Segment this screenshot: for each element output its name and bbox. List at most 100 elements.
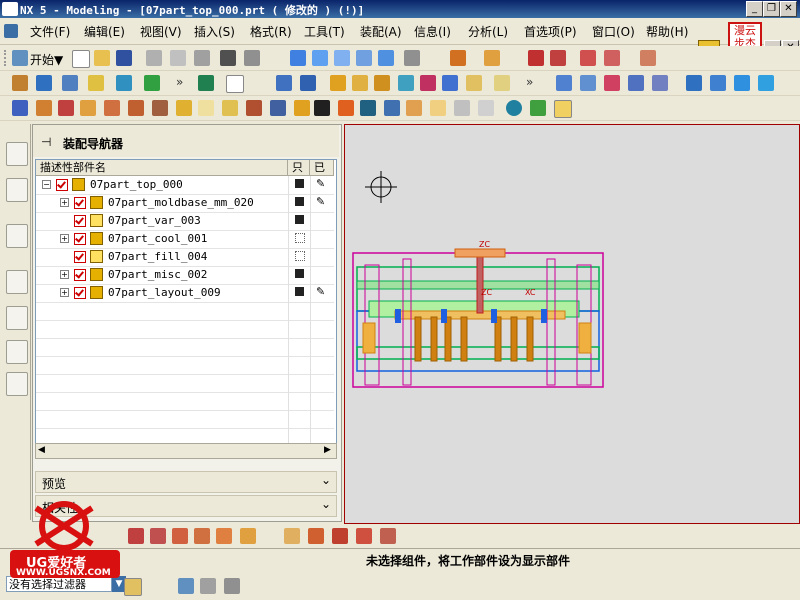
pocket-icon[interactable]	[420, 75, 436, 91]
snap-bounded-icon[interactable]	[332, 528, 348, 544]
part-navigator-tab[interactable]	[6, 178, 28, 202]
cube-wire-icon[interactable]	[312, 50, 328, 66]
preview-section[interactable]: 预览 ⌄	[35, 471, 337, 493]
visibility-checkbox[interactable]	[74, 287, 86, 299]
new-file-icon[interactable]	[72, 50, 90, 68]
curve-edit-icon[interactable]	[640, 50, 656, 66]
runner-icon[interactable]	[294, 100, 310, 116]
snap-point-icon[interactable]	[240, 528, 256, 544]
visibility-checkbox[interactable]	[74, 251, 86, 263]
copy-icon[interactable]	[170, 50, 186, 66]
revolve-icon[interactable]	[352, 75, 368, 91]
save-icon[interactable]	[116, 50, 132, 66]
deselect-icon[interactable]	[224, 578, 240, 594]
assembly-navigator-tab[interactable]	[6, 142, 28, 166]
reposition-icon[interactable]	[88, 75, 104, 91]
column-header-modified[interactable]: 已	[310, 160, 334, 176]
component-icon[interactable]	[36, 75, 52, 91]
table-icon[interactable]	[198, 100, 214, 116]
table-row[interactable]: 07part_fill_004	[36, 248, 334, 267]
graphics-window[interactable]: ZC ZC XC	[344, 124, 800, 524]
menu-insert[interactable]: 插入(S)	[194, 23, 235, 40]
snap-endpoint-icon[interactable]	[128, 528, 144, 544]
select-all-icon[interactable]	[200, 578, 216, 594]
visibility-checkbox[interactable]	[74, 269, 86, 281]
visibility-checkbox[interactable]	[74, 233, 86, 245]
snap-tangent-icon[interactable]	[356, 528, 372, 544]
snap-intersect-icon[interactable]	[216, 528, 232, 544]
open-folder-icon[interactable]	[94, 50, 110, 66]
assembly-icon[interactable]	[12, 75, 28, 91]
info-icon[interactable]	[506, 100, 522, 116]
quick-pick-icon[interactable]	[178, 578, 194, 594]
menu-info[interactable]: 信息(I)	[414, 23, 451, 40]
menu-edit[interactable]: 编辑(E)	[84, 23, 125, 40]
visibility-checkbox[interactable]	[74, 215, 86, 227]
constraint-icon[interactable]	[62, 75, 78, 91]
cut-icon[interactable]	[146, 50, 162, 66]
surface-icon[interactable]	[686, 75, 702, 91]
expand-icon[interactable]: +	[60, 234, 69, 243]
start-menu-button[interactable]: 开始▼	[30, 51, 63, 68]
visibility-checkbox[interactable]	[74, 197, 86, 209]
sweep-icon[interactable]	[734, 75, 750, 91]
expand-icon[interactable]: +	[60, 270, 69, 279]
chamfer-icon[interactable]	[580, 75, 596, 91]
view-top-icon[interactable]	[356, 50, 372, 66]
collapse-icon[interactable]: −	[42, 180, 51, 189]
menu-analysis[interactable]: 分析(L)	[468, 23, 508, 40]
table-row[interactable]: − 07part_top_000 ✎	[36, 176, 334, 195]
assembly-tree[interactable]: 描述性部件名 只 已 −07part_top_000 ✎ +07part_moldb…	[35, 159, 337, 447]
toolbar-grip[interactable]	[4, 50, 10, 66]
slider-icon[interactable]	[222, 100, 238, 116]
roles-tab[interactable]	[6, 340, 28, 364]
snap-face-icon[interactable]	[308, 528, 324, 544]
system-materials-tab[interactable]	[6, 306, 28, 330]
bom-icon[interactable]	[360, 100, 376, 116]
shell-icon[interactable]	[604, 75, 620, 91]
blank-page-icon[interactable]	[226, 75, 244, 93]
view-front-icon[interactable]	[334, 50, 350, 66]
scroll-left-icon[interactable]: ◀	[38, 445, 45, 455]
select-icon[interactable]	[12, 100, 28, 116]
snap-midpoint-icon[interactable]	[150, 528, 166, 544]
horizontal-scrollbar[interactable]: ◀ ▶	[35, 443, 337, 459]
grid-icon[interactable]	[478, 100, 494, 116]
undo-icon[interactable]	[220, 50, 236, 66]
pocket-tool-icon[interactable]	[406, 100, 422, 116]
minimize-button[interactable]: _	[746, 1, 763, 17]
table-row[interactable]: +07part_cool_001	[36, 230, 334, 249]
extrude-icon[interactable]	[330, 75, 346, 91]
snap-quadrant-icon[interactable]	[194, 528, 210, 544]
web-browser-tab[interactable]	[6, 224, 28, 248]
hole-icon[interactable]	[374, 75, 390, 91]
groove-icon[interactable]	[494, 75, 510, 91]
expand-icon[interactable]: +	[60, 198, 69, 207]
mirror-icon[interactable]	[80, 100, 96, 116]
tool-icon[interactable]	[152, 100, 168, 116]
selection-filter-icon[interactable]	[198, 75, 214, 91]
menu-help[interactable]: 帮助(H)	[646, 23, 688, 40]
list-icon[interactable]	[454, 100, 470, 116]
chevron-down-icon[interactable]: ⌄	[318, 473, 334, 489]
table-row[interactable]: 07part_var_003	[36, 212, 334, 231]
wave-icon[interactable]	[144, 75, 160, 91]
drawing-icon[interactable]	[384, 100, 400, 116]
electrode-icon[interactable]	[338, 100, 354, 116]
menu-file[interactable]: 文件(F)	[30, 23, 70, 40]
pin-icon[interactable]: ⊣	[41, 135, 51, 149]
paste-icon[interactable]	[194, 50, 210, 66]
cooling-icon[interactable]	[314, 100, 330, 116]
selection-scope-icon[interactable]	[124, 578, 142, 596]
spline-icon[interactable]	[604, 50, 620, 66]
table-row[interactable]: +07part_moldbase_mm_020 ✎	[36, 194, 334, 213]
cube-shaded-icon[interactable]	[290, 50, 306, 66]
object-icon[interactable]	[554, 100, 572, 118]
split-body-icon[interactable]	[652, 75, 668, 91]
menu-format[interactable]: 格式(R)	[250, 23, 292, 40]
table-row[interactable]: +07part_layout_009 ✎	[36, 284, 334, 303]
globe-icon[interactable]	[300, 75, 316, 91]
menu-view[interactable]: 视图(V)	[140, 23, 182, 40]
mold-wizard-icon[interactable]	[176, 100, 192, 116]
lifter-icon[interactable]	[246, 100, 262, 116]
